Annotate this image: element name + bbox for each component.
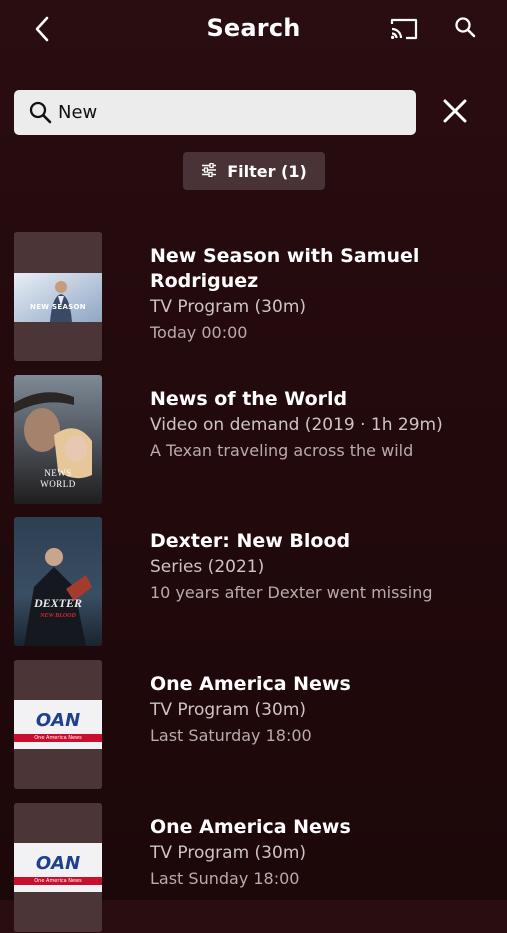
result-type: TV Program (30m)	[150, 843, 307, 863]
result-description: A Texan traveling across the wild	[150, 441, 414, 460]
result-meta: Today 00:00	[150, 323, 248, 342]
result-item[interactable]: OAN One America News One America News TV…	[0, 660, 507, 790]
result-item[interactable]: NEW SEASON New Season with Samuel Rodrig…	[0, 232, 507, 362]
result-type: Video on demand (2019 · 1h 29m)	[150, 415, 443, 435]
result-item[interactable]: DEXTER NEW BLOOD Dexter: New Blood Serie…	[0, 517, 507, 647]
cast-button[interactable]	[386, 14, 422, 48]
app-header: Search	[0, 0, 507, 62]
result-thumbnail: DEXTER NEW BLOOD	[14, 517, 102, 646]
result-meta: Last Sunday 18:00	[150, 869, 300, 888]
result-info: One America News TV Program (30m) Last S…	[150, 815, 490, 891]
thumbnail-caption: One America News	[34, 878, 82, 884]
result-description: 10 years after Dexter went missing	[150, 583, 433, 602]
oan-logo-text: OAN	[35, 710, 81, 731]
thumbnail-caption: DEXTER	[33, 596, 82, 610]
result-title: One America News	[150, 816, 351, 838]
result-type: TV Program (30m)	[150, 297, 307, 317]
filter-button[interactable]: Filter (1)	[183, 152, 325, 190]
result-thumbnail: OAN One America News	[14, 660, 102, 789]
result-title: One America News	[150, 673, 351, 695]
search-icon	[454, 16, 476, 42]
result-info: One America News TV Program (30m) Last S…	[150, 672, 490, 748]
result-item[interactable]: NEWS WORLD News of the World Video on de…	[0, 375, 507, 505]
result-type: TV Program (30m)	[150, 700, 307, 720]
filter-label: Filter (1)	[227, 161, 307, 181]
result-title: Dexter: New Blood	[150, 530, 351, 552]
result-meta: Last Saturday 18:00	[150, 726, 312, 745]
search-button[interactable]	[448, 12, 482, 46]
result-info: New Season with Samuel Rodriguez TV Prog…	[150, 244, 490, 345]
result-info: News of the World Video on demand (2019 …	[150, 387, 490, 463]
result-thumbnail: NEWS WORLD	[14, 375, 102, 504]
result-thumbnail: NEW SEASON	[14, 232, 102, 361]
result-item[interactable]: OAN One America News One America News TV…	[0, 803, 507, 933]
sliders-icon	[201, 162, 217, 181]
thumbnail-caption: NEW SEASON	[30, 303, 86, 311]
thumbnail-caption: NEW BLOOD	[40, 613, 76, 619]
thumbnail-caption: NEWS	[44, 468, 72, 478]
oan-logo-text: OAN	[35, 853, 81, 874]
search-bar	[14, 90, 416, 135]
close-icon	[443, 99, 467, 127]
page-title: Search	[206, 14, 301, 42]
result-title: News of the World	[150, 388, 348, 410]
result-thumbnail: OAN One America News	[14, 803, 102, 932]
search-input[interactable]	[58, 90, 398, 135]
cast-icon	[389, 17, 419, 45]
clear-search-button[interactable]	[436, 96, 474, 130]
result-title: New Season with Samuel Rodriguez	[150, 245, 420, 292]
result-info: Dexter: New Blood Series (2021) 10 years…	[150, 529, 490, 605]
thumbnail-caption: WORLD	[40, 479, 76, 489]
thumbnail-caption: One America News	[34, 735, 82, 741]
search-icon	[28, 100, 52, 128]
result-type: Series (2021)	[150, 557, 265, 577]
